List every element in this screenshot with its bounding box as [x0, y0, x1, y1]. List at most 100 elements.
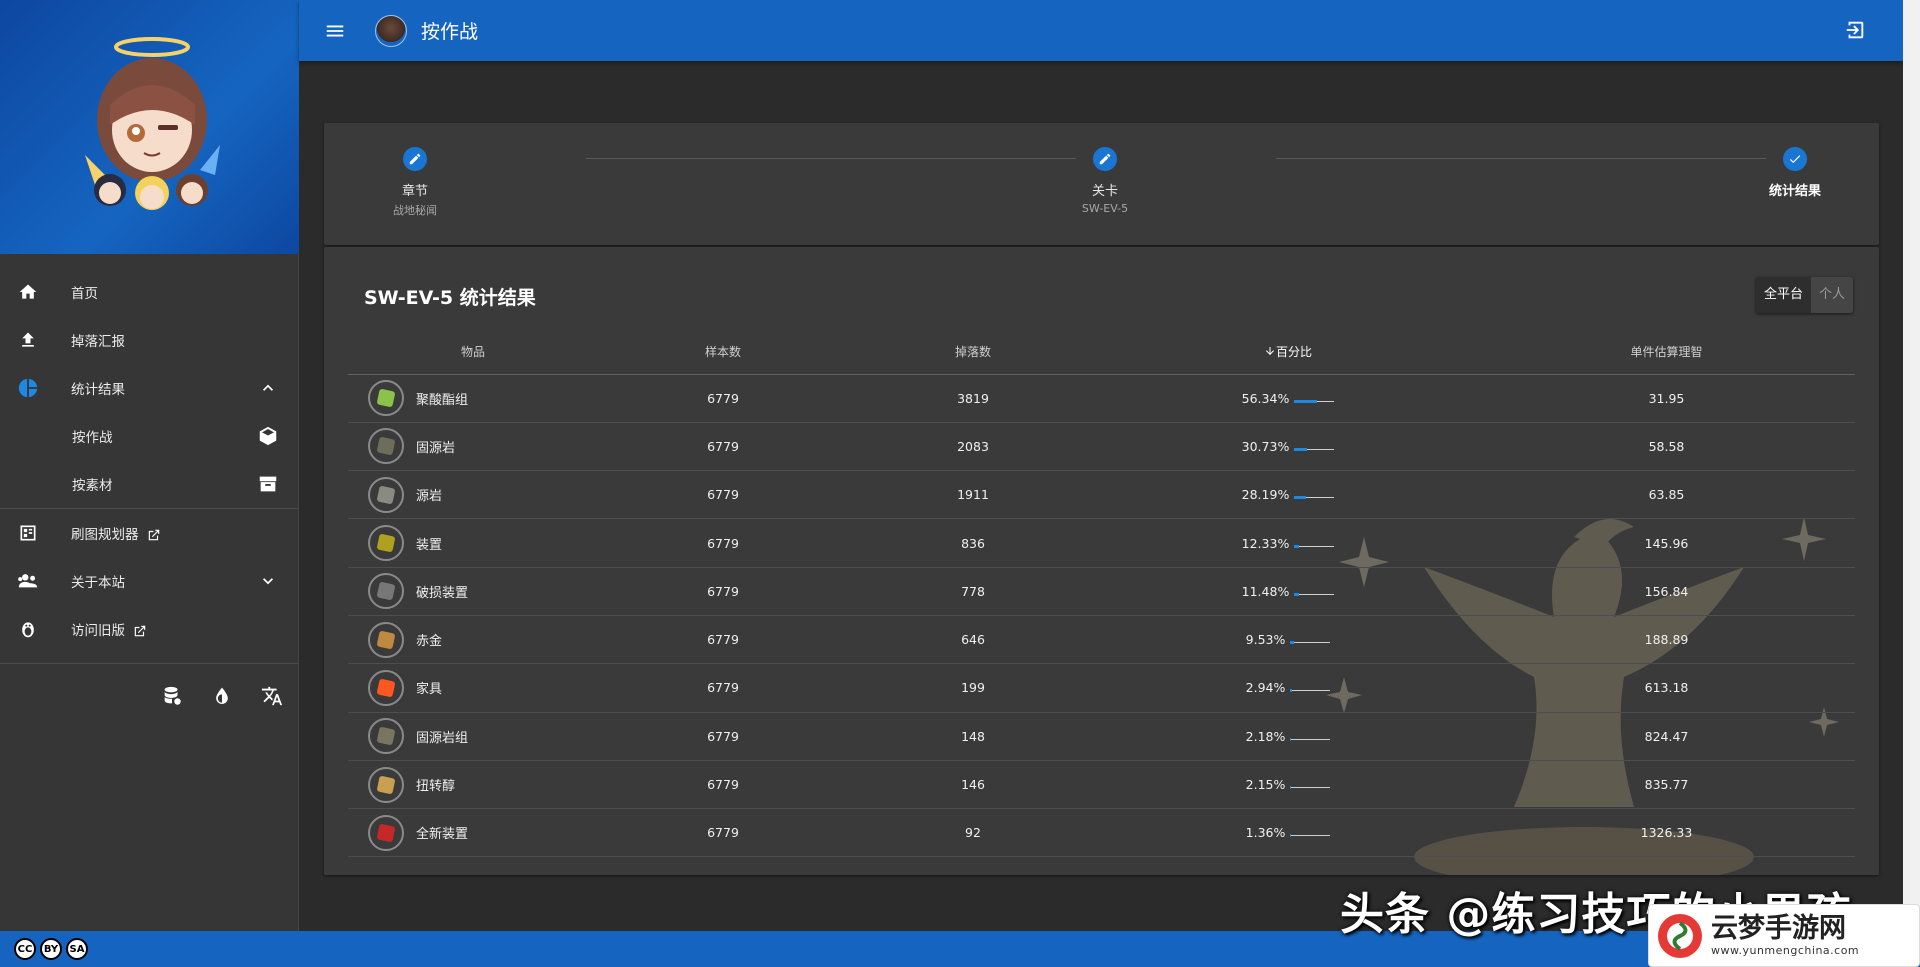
table-row: 固源岩 6779 2083 30.73% 58.58 [348, 422, 1855, 472]
nav-item-by-material[interactable]: 按素材 [0, 460, 298, 508]
step-stage[interactable]: 关卡 SW-EV-5 [1025, 147, 1185, 215]
drop-stats-table: 物品 样本数 掉落数 百分比 单件估算理智 聚酸酯组 6779 3819 56.34%… [348, 329, 1855, 858]
step-connector [1276, 158, 1766, 159]
nav-label-report: 掉落汇报 [71, 334, 125, 350]
site-logo-name: 云梦手游网 [1711, 913, 1846, 944]
nav-item-home[interactable]: 首页 [0, 268, 298, 316]
item-name[interactable]: 家具 [416, 678, 442, 697]
item-name[interactable]: 源岩 [416, 485, 442, 504]
item-icon[interactable] [368, 428, 404, 465]
planner-icon [16, 521, 40, 545]
nav-item-legacy[interactable]: 访问旧版 [0, 605, 298, 653]
cell-drops: 646 [848, 615, 1098, 665]
cell-percent: 28.19% [1098, 470, 1478, 520]
percent-bar [1294, 447, 1335, 451]
scrollbar-track[interactable] [1903, 0, 1920, 931]
percent-bar [1290, 737, 1331, 741]
nav-item-by-stage[interactable]: 按作战 [0, 412, 298, 460]
theme-drop-icon[interactable] [210, 684, 234, 708]
cell-drops: 199 [848, 663, 1098, 713]
item-name[interactable]: 固源岩 [416, 437, 455, 456]
percent-value: 9.53% [1245, 632, 1286, 648]
license-badges[interactable]: CC BY SA [14, 938, 88, 960]
cell-item: 全新装置 [348, 808, 598, 858]
col-header-samples[interactable]: 样本数 [598, 329, 848, 375]
edit-icon [1093, 147, 1117, 171]
page-avatar [375, 14, 407, 47]
percent-bar [1290, 834, 1331, 838]
chevron-down-icon[interactable] [256, 569, 280, 593]
percent-value: 11.48% [1241, 583, 1290, 599]
step-results[interactable]: 统计结果 [1715, 147, 1875, 199]
nav-item-planner[interactable]: 刷图规划器 [0, 509, 298, 557]
nav-label-about: 关于本站 [71, 575, 125, 591]
percent-value: 56.34% [1241, 390, 1290, 406]
item-icon[interactable] [368, 669, 404, 706]
nav-label-legacy: 访问旧版 [71, 619, 147, 639]
cell-item: 装置 [348, 518, 598, 568]
item-name[interactable]: 扭转醇 [416, 775, 455, 794]
item-name[interactable]: 破损装置 [416, 582, 468, 601]
cell-percent: 30.73% [1098, 422, 1478, 472]
table-body: 聚酸酯组 6779 3819 56.34% 31.95 固源岩 6779 2083 30.73%… [348, 374, 1855, 858]
results-title: SW-EV-5 统计结果 [364, 287, 536, 309]
site-logo-url: www.yunmengchina.com [1711, 944, 1860, 957]
item-name[interactable]: 装置 [416, 534, 442, 553]
percent-value: 2.18% [1245, 728, 1286, 744]
item-icon[interactable] [368, 621, 404, 658]
table-row: 家具 6779 199 2.94% 613.18 [348, 663, 1855, 713]
nav-item-report[interactable]: 掉落汇报 [0, 316, 298, 364]
toggle-personal[interactable]: 个人 [1810, 277, 1853, 313]
item-icon[interactable] [368, 718, 404, 755]
item-name[interactable]: 固源岩组 [416, 727, 468, 746]
table-row: 扭转醇 6779 146 2.15% 835.77 [348, 760, 1855, 810]
cell-item: 破损装置 [348, 567, 598, 616]
nav-label-home: 首页 [71, 286, 98, 302]
nav-label-planner: 刷图规划器 [71, 523, 161, 543]
col-header-drops[interactable]: 掉落数 [848, 329, 1098, 375]
item-name[interactable]: 赤金 [416, 630, 442, 649]
menu-icon[interactable] [323, 19, 347, 43]
nav-label-by-material: 按素材 [72, 478, 113, 494]
top-app-bar: 按作战 [299, 0, 1903, 61]
nav-item-stats[interactable]: 统计结果 [0, 364, 298, 412]
item-icon[interactable] [368, 573, 404, 610]
cell-item: 家具 [348, 663, 598, 713]
site-logo-icon [1658, 913, 1702, 958]
cell-samples: 6779 [598, 470, 848, 520]
box-icon [256, 472, 280, 496]
item-icon[interactable] [368, 380, 404, 417]
item-name[interactable]: 聚酸酯组 [416, 389, 468, 408]
cell-samples: 6779 [598, 567, 848, 616]
stage-stepper: 章节 战地秘闻 关卡 SW-EV-5 统计结果 [324, 123, 1879, 245]
item-icon[interactable] [368, 814, 404, 851]
item-icon[interactable] [368, 525, 404, 562]
cell-samples: 6779 [598, 422, 848, 472]
nav-item-about[interactable]: 关于本站 [0, 557, 298, 605]
item-icon[interactable] [368, 766, 404, 803]
item-icon[interactable] [368, 476, 404, 513]
cell-samples: 6779 [598, 760, 848, 810]
item-name[interactable]: 全新装置 [416, 823, 468, 842]
translate-icon[interactable] [260, 684, 284, 708]
cell-drops: 778 [848, 567, 1098, 616]
chevron-up-icon[interactable] [256, 376, 280, 400]
cell-percent: 12.33% [1098, 518, 1478, 568]
share-alike-icon: SA [66, 938, 88, 960]
col-header-sanity[interactable]: 单件估算理智 [1478, 329, 1855, 375]
logout-icon[interactable] [1843, 18, 1867, 42]
mascot-banner [0, 0, 299, 254]
cell-drops: 148 [848, 712, 1098, 761]
percent-bar [1294, 544, 1335, 548]
external-link-icon [134, 625, 146, 637]
planner-label-text: 刷图规划器 [71, 527, 139, 543]
col-header-item[interactable]: 物品 [348, 329, 598, 375]
database-icon[interactable] [160, 684, 184, 708]
col-header-percent[interactable]: 百分比 [1098, 329, 1478, 375]
nav-list: 首页 掉落汇报 统计结果 按作战 按素材 刷图规划器 关于本站 访问旧版 [0, 254, 298, 653]
step-chapter[interactable]: 章节 战地秘闻 [335, 147, 495, 218]
cell-percent: 56.34% [1098, 374, 1478, 423]
toggle-all-platforms[interactable]: 全平台 [1755, 277, 1811, 313]
table-row: 赤金 6779 646 9.53% 188.89 [348, 615, 1855, 665]
cell-samples: 6779 [598, 808, 848, 858]
